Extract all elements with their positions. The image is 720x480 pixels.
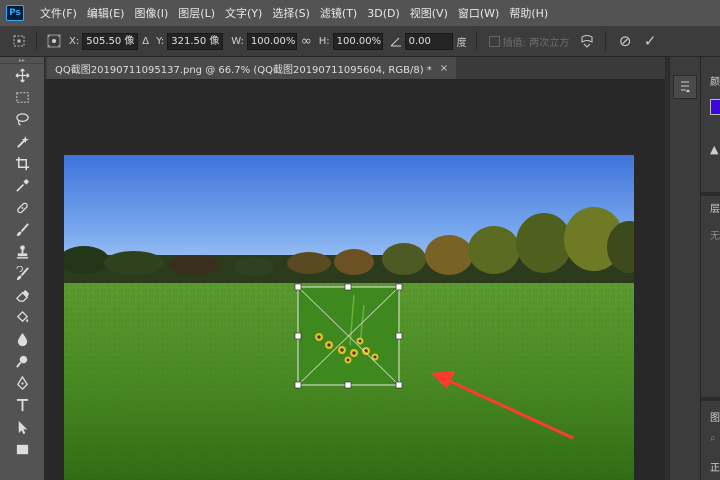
- transform-layer[interactable]: [294, 283, 403, 389]
- link-icon[interactable]: ∞: [301, 34, 312, 49]
- height-input[interactable]: 100.00%: [332, 32, 383, 50]
- menu-bar: Ps 文件(F) 编辑(E) 图像(I) 图层(L) 文字(Y) 选择(S) 滤…: [0, 0, 720, 26]
- options-separator: [36, 31, 37, 51]
- panel-separator: [701, 192, 720, 196]
- angle-unit: 度: [456, 37, 467, 49]
- tools-panel: ▸▸: [0, 57, 45, 480]
- layers-panel-label: 层: [710, 204, 720, 215]
- menu-3d[interactable]: 3D(D): [367, 7, 400, 20]
- menu-select[interactable]: 选择(S): [272, 5, 310, 21]
- foreground-color-swatch[interactable]: [710, 99, 720, 115]
- x-label: X:: [69, 35, 80, 47]
- warp-mode-icon[interactable]: [575, 34, 599, 48]
- photoshop-logo: Ps: [6, 5, 24, 21]
- reference-point-icon[interactable]: [43, 34, 65, 48]
- paint-bucket-tool-icon[interactable]: [0, 306, 44, 328]
- path-selection-tool-icon[interactable]: [0, 416, 44, 438]
- width-input[interactable]: 100.00%: [246, 32, 297, 50]
- canvas-workspace[interactable]: [45, 80, 665, 480]
- angle-input[interactable]: 0.00: [404, 32, 453, 50]
- healing-brush-tool-icon[interactable]: [0, 196, 44, 218]
- angle-icon: [387, 35, 405, 47]
- document-tab[interactable]: QQ截图20190711095137.png @ 66.7% (QQ截图2019…: [47, 57, 457, 79]
- blur-tool-icon[interactable]: [0, 328, 44, 350]
- menu-view[interactable]: 视图(V): [410, 5, 448, 21]
- document-tab-bar: QQ截图20190711095137.png @ 66.7% (QQ截图2019…: [45, 57, 665, 80]
- interpolation-checkbox[interactable]: [488, 35, 500, 47]
- menu-type[interactable]: 文字(Y): [225, 5, 262, 21]
- interpolation-label: 插值: 两次立方: [502, 37, 570, 49]
- rectangle-tool-icon[interactable]: [0, 438, 44, 460]
- menu-layer[interactable]: 图层(L): [178, 5, 215, 21]
- marquee-tool-icon[interactable]: [0, 86, 44, 108]
- third-panel-label: 图: [710, 413, 720, 424]
- brush-tool-icon[interactable]: [0, 218, 44, 240]
- close-icon[interactable]: ×: [440, 63, 448, 74]
- menu-filter[interactable]: 滤镜(T): [320, 5, 357, 21]
- menu-file[interactable]: 文件(F): [40, 5, 77, 21]
- type-tool-icon[interactable]: [0, 394, 44, 416]
- crop-tool-icon[interactable]: [0, 152, 44, 174]
- blend-mode-label[interactable]: 正: [710, 459, 720, 474]
- document-tab-title: QQ截图20190711095137.png @ 66.7% (QQ截图2019…: [55, 64, 432, 76]
- right-panel: 颜 ▲ 层 无 图 ⌕ 正: [700, 57, 720, 480]
- panel-separator: [701, 397, 720, 401]
- warning-icon: ▲: [710, 143, 719, 156]
- dodge-tool-icon[interactable]: [0, 350, 44, 372]
- w-label: W:: [231, 35, 244, 47]
- lasso-tool-icon[interactable]: [0, 108, 44, 130]
- collapsed-panel-dock: [669, 57, 700, 480]
- options-bar: X: 505.50 像 Δ Y: 321.50 像 W: 100.00% ∞ H…: [0, 26, 720, 57]
- options-separator: [475, 31, 477, 51]
- pen-tool-icon[interactable]: [0, 372, 44, 394]
- layers-empty-label: 无: [710, 231, 720, 242]
- color-panel-label: 颜: [710, 77, 720, 88]
- h-label: H:: [318, 35, 330, 47]
- menu-image[interactable]: 图像(I): [134, 5, 168, 21]
- menu-help[interactable]: 帮助(H): [509, 5, 548, 21]
- transform-tool-icon[interactable]: [8, 34, 30, 48]
- menu-window[interactable]: 窗口(W): [458, 5, 499, 21]
- annotation-arrow-icon: [431, 371, 574, 440]
- options-separator: [605, 31, 607, 51]
- quick-selection-tool-icon[interactable]: [0, 130, 44, 152]
- x-position-input[interactable]: 505.50 像: [82, 32, 139, 50]
- y-label: Y:: [156, 35, 165, 47]
- commit-transform-icon[interactable]: ✓: [638, 32, 662, 50]
- menu-edit[interactable]: 编辑(E): [87, 5, 125, 21]
- cancel-transform-icon[interactable]: ⊘: [612, 32, 638, 50]
- clone-stamp-tool-icon[interactable]: [0, 240, 44, 262]
- eyedropper-tool-icon[interactable]: [0, 174, 44, 196]
- y-position-input[interactable]: 321.50 像: [167, 32, 224, 50]
- panel-grip[interactable]: ▸▸: [0, 57, 44, 64]
- search-icon[interactable]: ⌕: [710, 433, 716, 444]
- delta-icon[interactable]: Δ: [142, 36, 149, 47]
- history-brush-tool-icon[interactable]: [0, 262, 44, 284]
- history-panel-icon[interactable]: [673, 75, 697, 99]
- eraser-tool-icon[interactable]: [0, 284, 44, 306]
- move-tool-icon[interactable]: [0, 64, 44, 86]
